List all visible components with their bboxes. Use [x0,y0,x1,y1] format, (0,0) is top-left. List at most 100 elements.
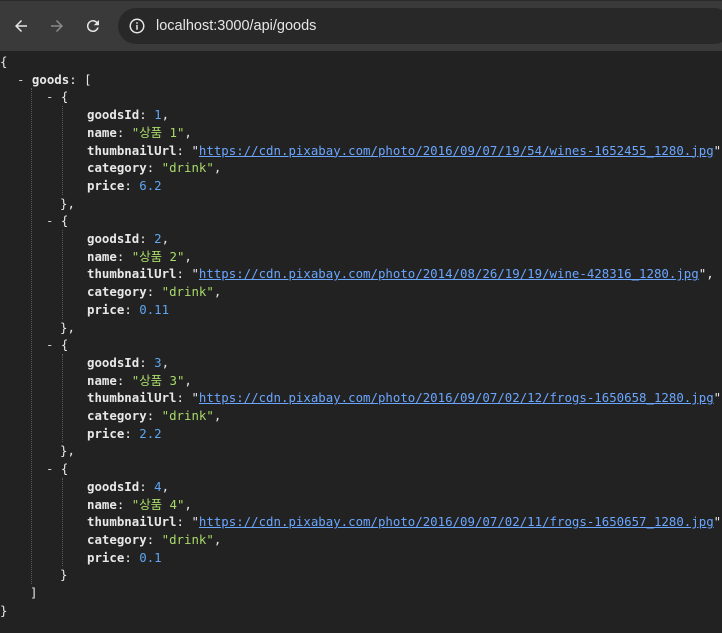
json-field-goodsId: goodsId: 2, [87,230,169,248]
json-key: category [87,160,147,176]
json-field-name: name: "상품 3", [87,372,192,390]
json-token: , [706,266,714,282]
json-field-price: price: 2.2 [87,425,162,443]
json-value: "상품 4" [131,496,185,512]
url-text[interactable]: localhost:3000/api/goods [156,18,316,34]
thumbnail-url-link[interactable]: https://cdn.pixabay.com/photo/2016/09/07… [199,390,714,405]
back-button[interactable] [8,13,34,39]
json-token: : [176,142,192,158]
collapse-toggle[interactable]: - [17,72,32,87]
thumbnail-url-link[interactable]: https://cdn.pixabay.com/photo/2016/09/07… [199,143,714,158]
json-field-category: category: "drink", [87,159,221,177]
json-token: , [184,496,192,512]
json-object-close: }, [60,319,75,337]
json-field-price: price: 0.11 [87,301,169,319]
arrow-left-icon [15,20,27,32]
collapse-toggle[interactable]: - [46,461,61,476]
json-field-thumbnailUrl: thumbnailUrl: "https://cdn.pixabay.com/p… [87,142,722,160]
json-object-close: }, [60,442,75,460]
address-bar[interactable]: localhost:3000/api/goods [118,8,722,44]
json-token: : [139,478,155,494]
json-field-price: price: 6.2 [87,177,162,195]
json-key: name [87,496,117,512]
json-key: goodsId [87,478,140,494]
json-token: " [191,266,199,282]
thumbnail-url-link[interactable]: https://cdn.pixabay.com/photo/2016/09/07… [199,514,714,529]
json-value: 1 [154,107,162,123]
json-token: , [184,124,192,140]
json-field-price: price: 0.1 [87,549,162,567]
json-field-category: category: "drink", [87,407,221,425]
object-indent-guide [62,230,63,319]
json-token: " [713,390,722,406]
json-token: : [116,124,132,140]
json-key: category [87,531,147,547]
json-object-close: } [60,566,67,584]
info-icon[interactable] [128,17,146,35]
json-token: , [213,284,222,300]
json-field-thumbnailUrl: thumbnailUrl: "https://cdn.pixabay.com/p… [87,265,714,283]
reload-icon [86,20,99,33]
json-token: : [176,514,192,530]
json-viewer: {- goods: [- {goodsId: 1, name: "상품 1", th… [0,51,722,633]
json-token: , [213,408,222,423]
json-token: " [191,390,199,406]
json-token: : [176,390,192,406]
json-value: "drink" [161,408,214,423]
collapse-toggle[interactable]: - [46,89,61,104]
json-token: : [ [69,71,92,87]
json-value: 3 [154,354,162,370]
json-token: " [713,142,722,158]
collapse-toggle[interactable]: - [46,213,61,228]
json-field-thumbnailUrl: thumbnailUrl: "https://cdn.pixabay.com/p… [87,513,722,531]
json-key: price [87,425,125,441]
json-token: } [0,602,8,618]
json-token: { [60,213,69,229]
json-key: goods [31,71,70,87]
json-token: { [60,461,69,477]
json-key: price [87,549,125,565]
json-value: "상품 1" [131,124,185,140]
json-token: : [124,301,140,317]
json-token: " [191,514,199,530]
json-value: "상품 2" [131,248,185,264]
json-token: , [184,372,192,388]
json-token: ] [30,585,38,600]
json-value: "drink" [161,160,214,176]
thumbnail-url-link[interactable]: https://cdn.pixabay.com/photo/2014/08/26… [199,266,699,281]
collapse-toggle[interactable]: - [46,337,61,352]
json-close-brace: } [0,602,7,620]
object-indent-guide [62,353,63,443]
json-key: name [87,248,117,264]
json-key: thumbnailUrl [87,266,177,282]
json-field-category: category: "drink", [87,283,221,301]
json-key: name [87,372,117,388]
json-object-close: }, [60,195,75,213]
json-token: { [60,89,69,105]
json-field-name: name: "상품 4", [87,496,192,514]
json-token: , [213,160,222,176]
json-value: 0.11 [139,301,170,317]
json-token: , [213,531,222,547]
json-value: 0.1 [139,549,162,565]
json-token: : [139,231,155,246]
json-token: : [146,408,162,423]
forward-button[interactable] [44,13,70,39]
json-token: }, [60,319,75,335]
json-token: : [176,266,192,282]
json-root-key-line: - goods: [ [17,71,92,89]
json-token: { [0,54,8,69]
arrow-right-icon [51,20,63,32]
json-key: price [87,301,125,317]
json-token: : [116,248,132,264]
json-array-close: ] [30,584,37,602]
reload-button[interactable] [80,13,106,39]
json-object-open: - { [46,460,68,478]
json-value: "drink" [161,284,214,300]
json-token: : [124,425,140,441]
json-key: category [87,284,147,300]
object-indent-guide [62,106,63,195]
json-field-category: category: "drink", [87,531,221,549]
json-object-open: - { [46,336,68,354]
json-token: , [184,248,192,264]
